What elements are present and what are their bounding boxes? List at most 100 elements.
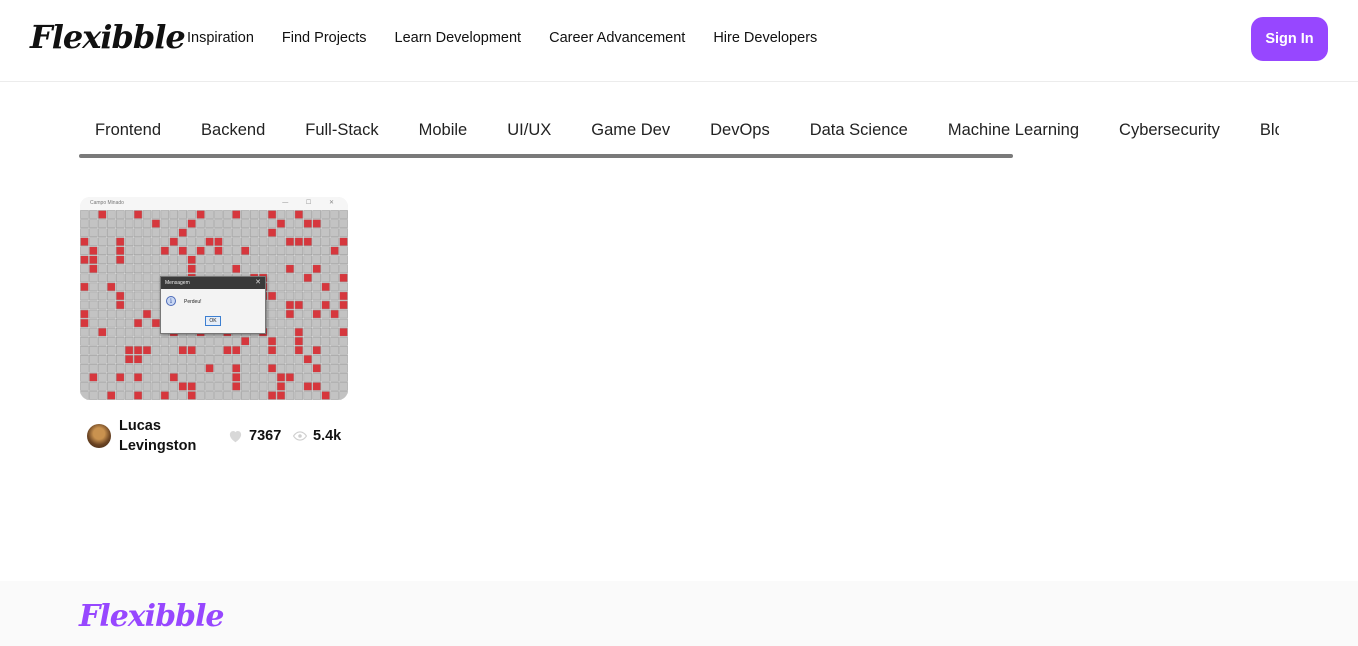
grid-cell (151, 309, 161, 319)
grid-cell (339, 237, 348, 246)
grid-cell (89, 282, 98, 292)
grid-cell (285, 327, 295, 337)
grid-cell (80, 210, 89, 219)
grid-cell (232, 373, 241, 382)
grid-cell (303, 336, 313, 346)
grid-cell (267, 219, 277, 228)
grid-cell (124, 264, 134, 274)
grid-cell (223, 391, 232, 400)
category-tab-cybersecurity[interactable]: Cybersecurity (1103, 108, 1236, 152)
grid-cell (107, 327, 116, 337)
grid-cell (232, 264, 241, 274)
grid-cell (151, 318, 161, 328)
grid-cell (249, 391, 259, 400)
grid-cell (151, 336, 161, 346)
grid-cell (321, 282, 330, 292)
grid-cell (98, 219, 107, 228)
grid-cell (330, 291, 339, 301)
grid-cell (312, 237, 321, 246)
grid-cell (232, 210, 241, 219)
grid-cell (107, 255, 116, 265)
grid-cell (294, 309, 304, 319)
category-tab-game-dev[interactable]: Game Dev (575, 108, 686, 152)
category-tab-full-stack[interactable]: Full-Stack (289, 108, 394, 152)
grid-cell (98, 210, 107, 219)
category-tab-ui-ux[interactable]: UI/UX (491, 108, 567, 152)
grid-cell (303, 327, 313, 337)
grid-cell (330, 309, 339, 319)
grid-cell (312, 327, 321, 337)
category-tab-machine-learning[interactable]: Machine Learning (932, 108, 1095, 152)
category-tab-frontend[interactable]: Frontend (79, 108, 177, 152)
grid-cell (178, 391, 187, 400)
nav-link-inspiration[interactable]: Inspiration (187, 30, 254, 46)
sign-in-button[interactable]: Sign In (1251, 17, 1328, 61)
grid-cell (303, 391, 313, 400)
grid-cell (276, 382, 286, 391)
grid-cell (89, 237, 98, 246)
grid-cell (303, 318, 313, 328)
grid-cell (89, 255, 98, 265)
grid-cell (294, 282, 304, 292)
grid-cell (187, 255, 196, 265)
grid-cell (321, 255, 330, 265)
grid-cell (339, 300, 348, 310)
grid-cell (142, 336, 152, 346)
grid-cell (303, 355, 313, 364)
nav-link-find-projects[interactable]: Find Projects (282, 30, 367, 46)
grid-cell (339, 364, 348, 373)
logo[interactable]: Flexibble (30, 18, 186, 56)
grid-cell (142, 382, 152, 391)
grid-cell (124, 336, 134, 346)
grid-cell (142, 318, 152, 328)
footer-logo[interactable]: Flexibble (79, 599, 225, 634)
grid-cell (312, 246, 321, 255)
nav-link-learn-development[interactable]: Learn Development (395, 30, 522, 46)
grid-cell (196, 210, 205, 219)
grid-cell (249, 210, 259, 219)
grid-cell (321, 382, 330, 391)
grid-cell (312, 391, 321, 400)
grid-cell (80, 300, 89, 310)
grid-cell (267, 309, 277, 319)
grid-cell (321, 273, 330, 283)
category-tab-data-science[interactable]: Data Science (794, 108, 924, 152)
grid-cell (80, 391, 89, 400)
grid-cell (321, 345, 330, 355)
grid-cell (178, 255, 187, 265)
category-tab-devops[interactable]: DevOps (694, 108, 786, 152)
grid-cell (330, 336, 339, 346)
grid-cell (142, 228, 152, 237)
grid-cell (151, 355, 161, 364)
grid-cell (339, 309, 348, 319)
grid-cell (312, 273, 321, 283)
grid-cell (285, 355, 295, 364)
grid-cell (285, 219, 295, 228)
grid-cell (267, 273, 277, 283)
grid-cell (133, 255, 143, 265)
project-thumbnail[interactable]: Campo Minado — ☐ ✕ Mensagem ✕ i Perdeu! … (80, 197, 348, 400)
grid-cell (249, 345, 259, 355)
grid-cell (267, 264, 277, 274)
category-tab-backend[interactable]: Backend (185, 108, 281, 152)
grid-cell (258, 246, 268, 255)
category-scrollbar[interactable] (79, 154, 1013, 158)
nav-link-career-advancement[interactable]: Career Advancement (549, 30, 685, 46)
grid-cell (276, 210, 286, 219)
grid-cell (142, 273, 152, 283)
avatar[interactable] (87, 424, 111, 448)
grid-cell (115, 318, 125, 328)
grid-cell (178, 264, 187, 274)
author-name[interactable]: Lucas Levingston (119, 416, 219, 456)
grid-cell (241, 219, 250, 228)
grid-cell (107, 373, 116, 382)
grid-cell (258, 237, 268, 246)
grid-cell (232, 336, 241, 346)
category-tab-blockchain[interactable]: Blockchain (1244, 108, 1279, 152)
heart-icon[interactable] (228, 429, 243, 443)
category-tab-mobile[interactable]: Mobile (403, 108, 484, 152)
grid-cell (133, 327, 143, 337)
nav-link-hire-developers[interactable]: Hire Developers (713, 30, 817, 46)
project-meta: Lucas Levingston 7367 5.4k (80, 400, 348, 454)
grid-cell (151, 291, 161, 301)
